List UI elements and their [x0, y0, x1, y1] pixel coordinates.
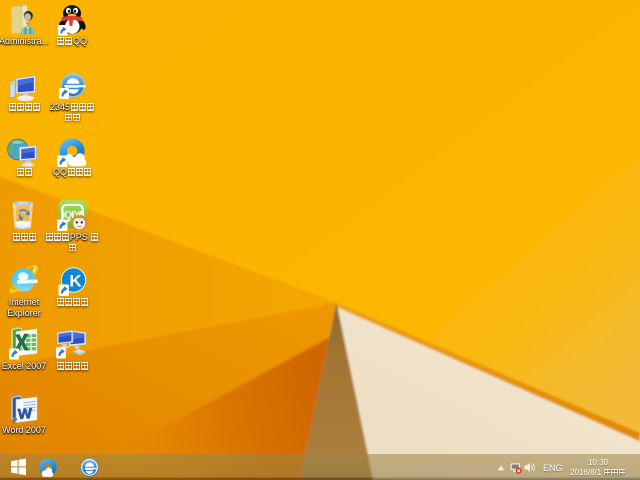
svg-text:K: K — [69, 272, 82, 291]
